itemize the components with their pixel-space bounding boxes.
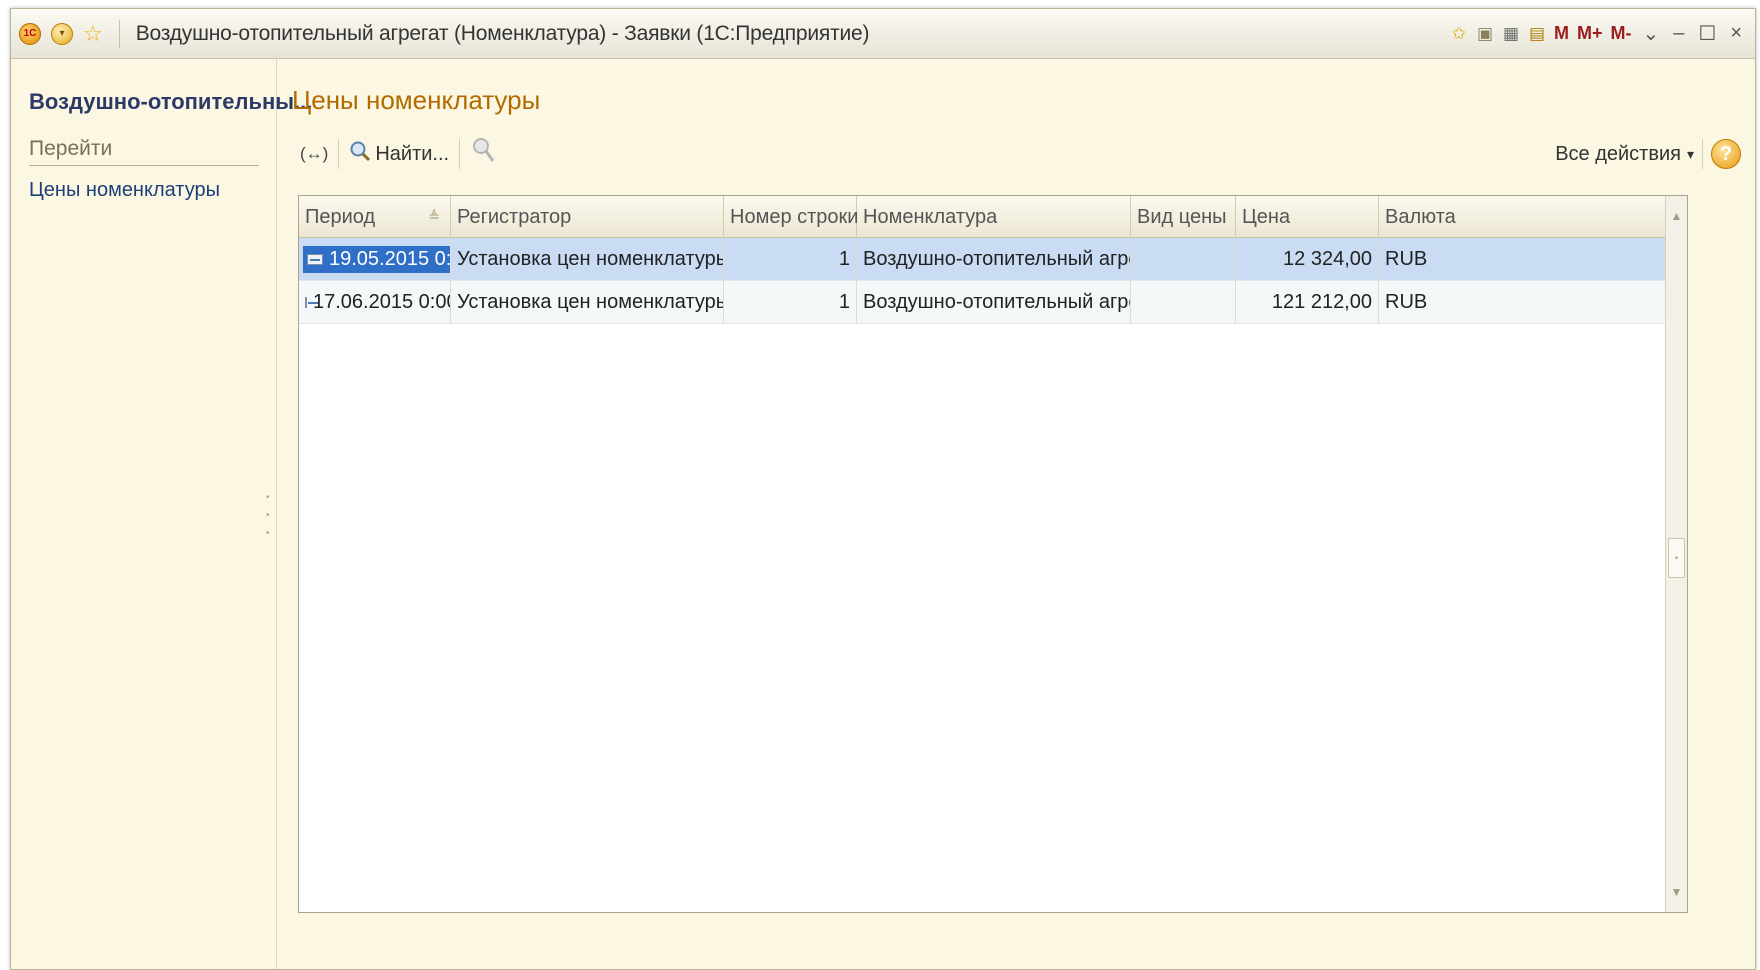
table-row[interactable]: 17.06.2015 0:00... Установка цен номенкл… xyxy=(299,281,1665,324)
table-row[interactable]: 19.05.2015 0:00... Установка цен номенкл… xyxy=(299,238,1665,281)
link-button[interactable]: (↔) xyxy=(292,137,336,171)
app-window: 1C ▾ ☆ Воздушно-отопительный агрегат (Но… xyxy=(10,8,1756,970)
cell-line-number[interactable]: 1 xyxy=(724,238,857,281)
column-header-label: Период xyxy=(305,205,376,228)
add-favorite-icon[interactable]: ✩ xyxy=(1450,23,1468,45)
favorites-star-icon[interactable]: ☆ xyxy=(83,22,103,45)
link-icon: (↔) xyxy=(300,144,329,163)
toolbar-separator xyxy=(459,139,461,169)
column-header-nomenclature[interactable]: Номенклатура xyxy=(857,196,1131,238)
column-header-price-type[interactable]: Вид цены xyxy=(1131,196,1236,238)
all-actions-menu[interactable]: Все действия ▾ xyxy=(1555,143,1694,166)
column-header-currency[interactable]: Валюта xyxy=(1379,196,1521,238)
find-button[interactable]: Найти... xyxy=(341,137,457,171)
column-header-period[interactable]: Период ≜ xyxy=(299,196,451,238)
panel-splitter-handle[interactable]: • • • xyxy=(266,489,270,543)
cancel-search-button[interactable] xyxy=(462,137,504,171)
maximize-icon[interactable]: ☐ xyxy=(1695,21,1719,46)
toolbar: (↔) Найти... Все действия ▾ ? xyxy=(292,131,1741,177)
chevron-down-icon: ▾ xyxy=(1686,145,1694,162)
cell-line-number[interactable]: 1 xyxy=(724,281,857,324)
record-icon xyxy=(305,297,318,308)
record-icon xyxy=(307,254,323,265)
toolbar-separator xyxy=(1702,139,1703,169)
help-icon[interactable]: ? xyxy=(1711,139,1741,169)
table-header: Период ≜ Регистратор Номер строки Номенк… xyxy=(299,196,1665,238)
close-icon[interactable]: × xyxy=(1727,22,1745,45)
memory-m-plus-button[interactable]: M+ xyxy=(1577,23,1603,44)
cell-price[interactable]: 121 212,00 xyxy=(1236,281,1379,324)
period-value: 19.05.2015 0:00... xyxy=(329,248,451,270)
find-button-label: Найти... xyxy=(375,142,450,165)
cell-price-type[interactable] xyxy=(1131,281,1236,324)
prices-table[interactable]: Период ≜ Регистратор Номер строки Номенк… xyxy=(298,195,1688,913)
sidebar-item-prices[interactable]: Цены номенклатуры xyxy=(29,179,220,202)
cell-registrar[interactable]: Установка цен номенклатуры 0... xyxy=(451,238,724,281)
cancel-search-icon xyxy=(470,136,496,172)
cell-nomenclature[interactable]: Воздушно-отопительный агрегат xyxy=(857,238,1131,281)
column-header-line-number[interactable]: Номер строки xyxy=(724,196,858,238)
scroll-down-icon[interactable]: ▼ xyxy=(1666,872,1687,912)
title-bar: 1C ▾ ☆ Воздушно-отопительный агрегат (Но… xyxy=(11,9,1755,59)
nav-panel-title: Воздушно-отопительны... xyxy=(29,89,313,114)
column-header-price[interactable]: Цена xyxy=(1236,196,1379,238)
chevron-down-icon[interactable]: ⌄ xyxy=(1639,21,1662,46)
cell-price-type[interactable] xyxy=(1131,238,1236,281)
column-header-registrar[interactable]: Регистратор xyxy=(451,196,724,238)
sort-ascending-icon: ≜ xyxy=(428,208,440,224)
cell-period[interactable]: 17.06.2015 0:00... xyxy=(299,281,451,324)
vertical-scrollbar[interactable]: ▲ • ▼ xyxy=(1665,196,1687,912)
calendar-icon[interactable]: ▤ xyxy=(1528,23,1546,45)
calculator-icon[interactable]: ▦ xyxy=(1502,23,1520,45)
scroll-thumb[interactable]: • xyxy=(1668,538,1685,578)
cell-period[interactable]: 19.05.2015 0:00... xyxy=(299,238,451,281)
scroll-up-icon[interactable]: ▲ xyxy=(1666,196,1687,236)
toolbar-separator xyxy=(338,139,340,169)
navigation-panel: Воздушно-отопительны... Перейти Цены ном… xyxy=(11,59,312,969)
cell-nomenclature[interactable]: Воздушно-отопительный агрегат xyxy=(857,281,1131,324)
memory-m-minus-button[interactable]: M- xyxy=(1610,23,1631,44)
magnifier-icon xyxy=(349,140,371,168)
cell-price[interactable]: 12 324,00 xyxy=(1236,238,1379,281)
app-logo-icon[interactable]: 1C xyxy=(19,22,41,45)
window-title: Воздушно-отопительный агрегат (Номенклат… xyxy=(135,21,870,45)
memory-m-button[interactable]: M xyxy=(1554,23,1569,44)
title-separator xyxy=(118,19,120,48)
minimize-icon[interactable]: – xyxy=(1670,22,1687,45)
page-title: Цены номенклатуры xyxy=(292,85,541,115)
cell-registrar[interactable]: Установка цен номенклатуры 0... xyxy=(451,281,724,324)
period-value: 17.06.2015 0:00... xyxy=(313,291,450,313)
goto-section-header: Перейти xyxy=(29,137,259,166)
cell-currency[interactable]: RUB xyxy=(1379,238,1521,281)
cell-currency[interactable]: RUB xyxy=(1379,281,1521,324)
main-menu-icon[interactable]: ▾ xyxy=(51,22,73,45)
all-actions-label: Все действия xyxy=(1555,142,1681,165)
bookmark-icon[interactable]: ▣ xyxy=(1476,23,1494,45)
main-content: Цены номенклатуры (↔) Найти... Все дейст… xyxy=(278,59,1755,969)
period-selected: 19.05.2015 0:00... xyxy=(303,246,451,273)
